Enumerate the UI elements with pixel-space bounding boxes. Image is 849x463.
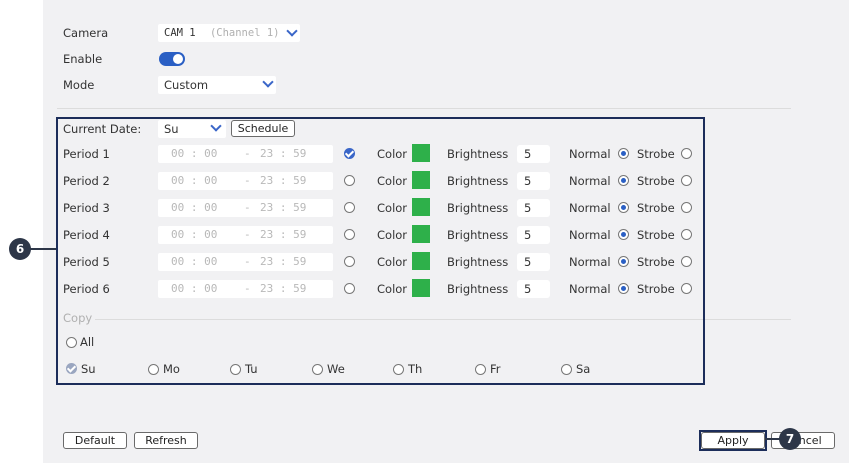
- callout-6: 6: [9, 238, 31, 260]
- camera-channel: (Channel 1): [209, 27, 280, 39]
- camera-select[interactable]: CAM 1 (Channel 1): [158, 24, 300, 42]
- callout-line: [765, 438, 780, 440]
- period-highlight-box: [56, 117, 705, 385]
- mode-select[interactable]: Custom: [158, 76, 276, 94]
- apply-highlight-box: [699, 430, 767, 451]
- divider: [57, 108, 791, 109]
- enable-toggle[interactable]: [159, 52, 185, 66]
- default-button[interactable]: Default: [63, 432, 127, 449]
- mode-label: Mode: [63, 78, 95, 92]
- callout-line: [30, 248, 56, 250]
- toggle-knob: [173, 54, 183, 64]
- camera-value: CAM 1: [164, 27, 196, 39]
- camera-label: Camera: [63, 26, 109, 40]
- refresh-button[interactable]: Refresh: [134, 432, 198, 449]
- mode-value: Custom: [164, 78, 209, 92]
- callout-7: 7: [779, 428, 801, 450]
- enable-label: Enable: [63, 52, 103, 66]
